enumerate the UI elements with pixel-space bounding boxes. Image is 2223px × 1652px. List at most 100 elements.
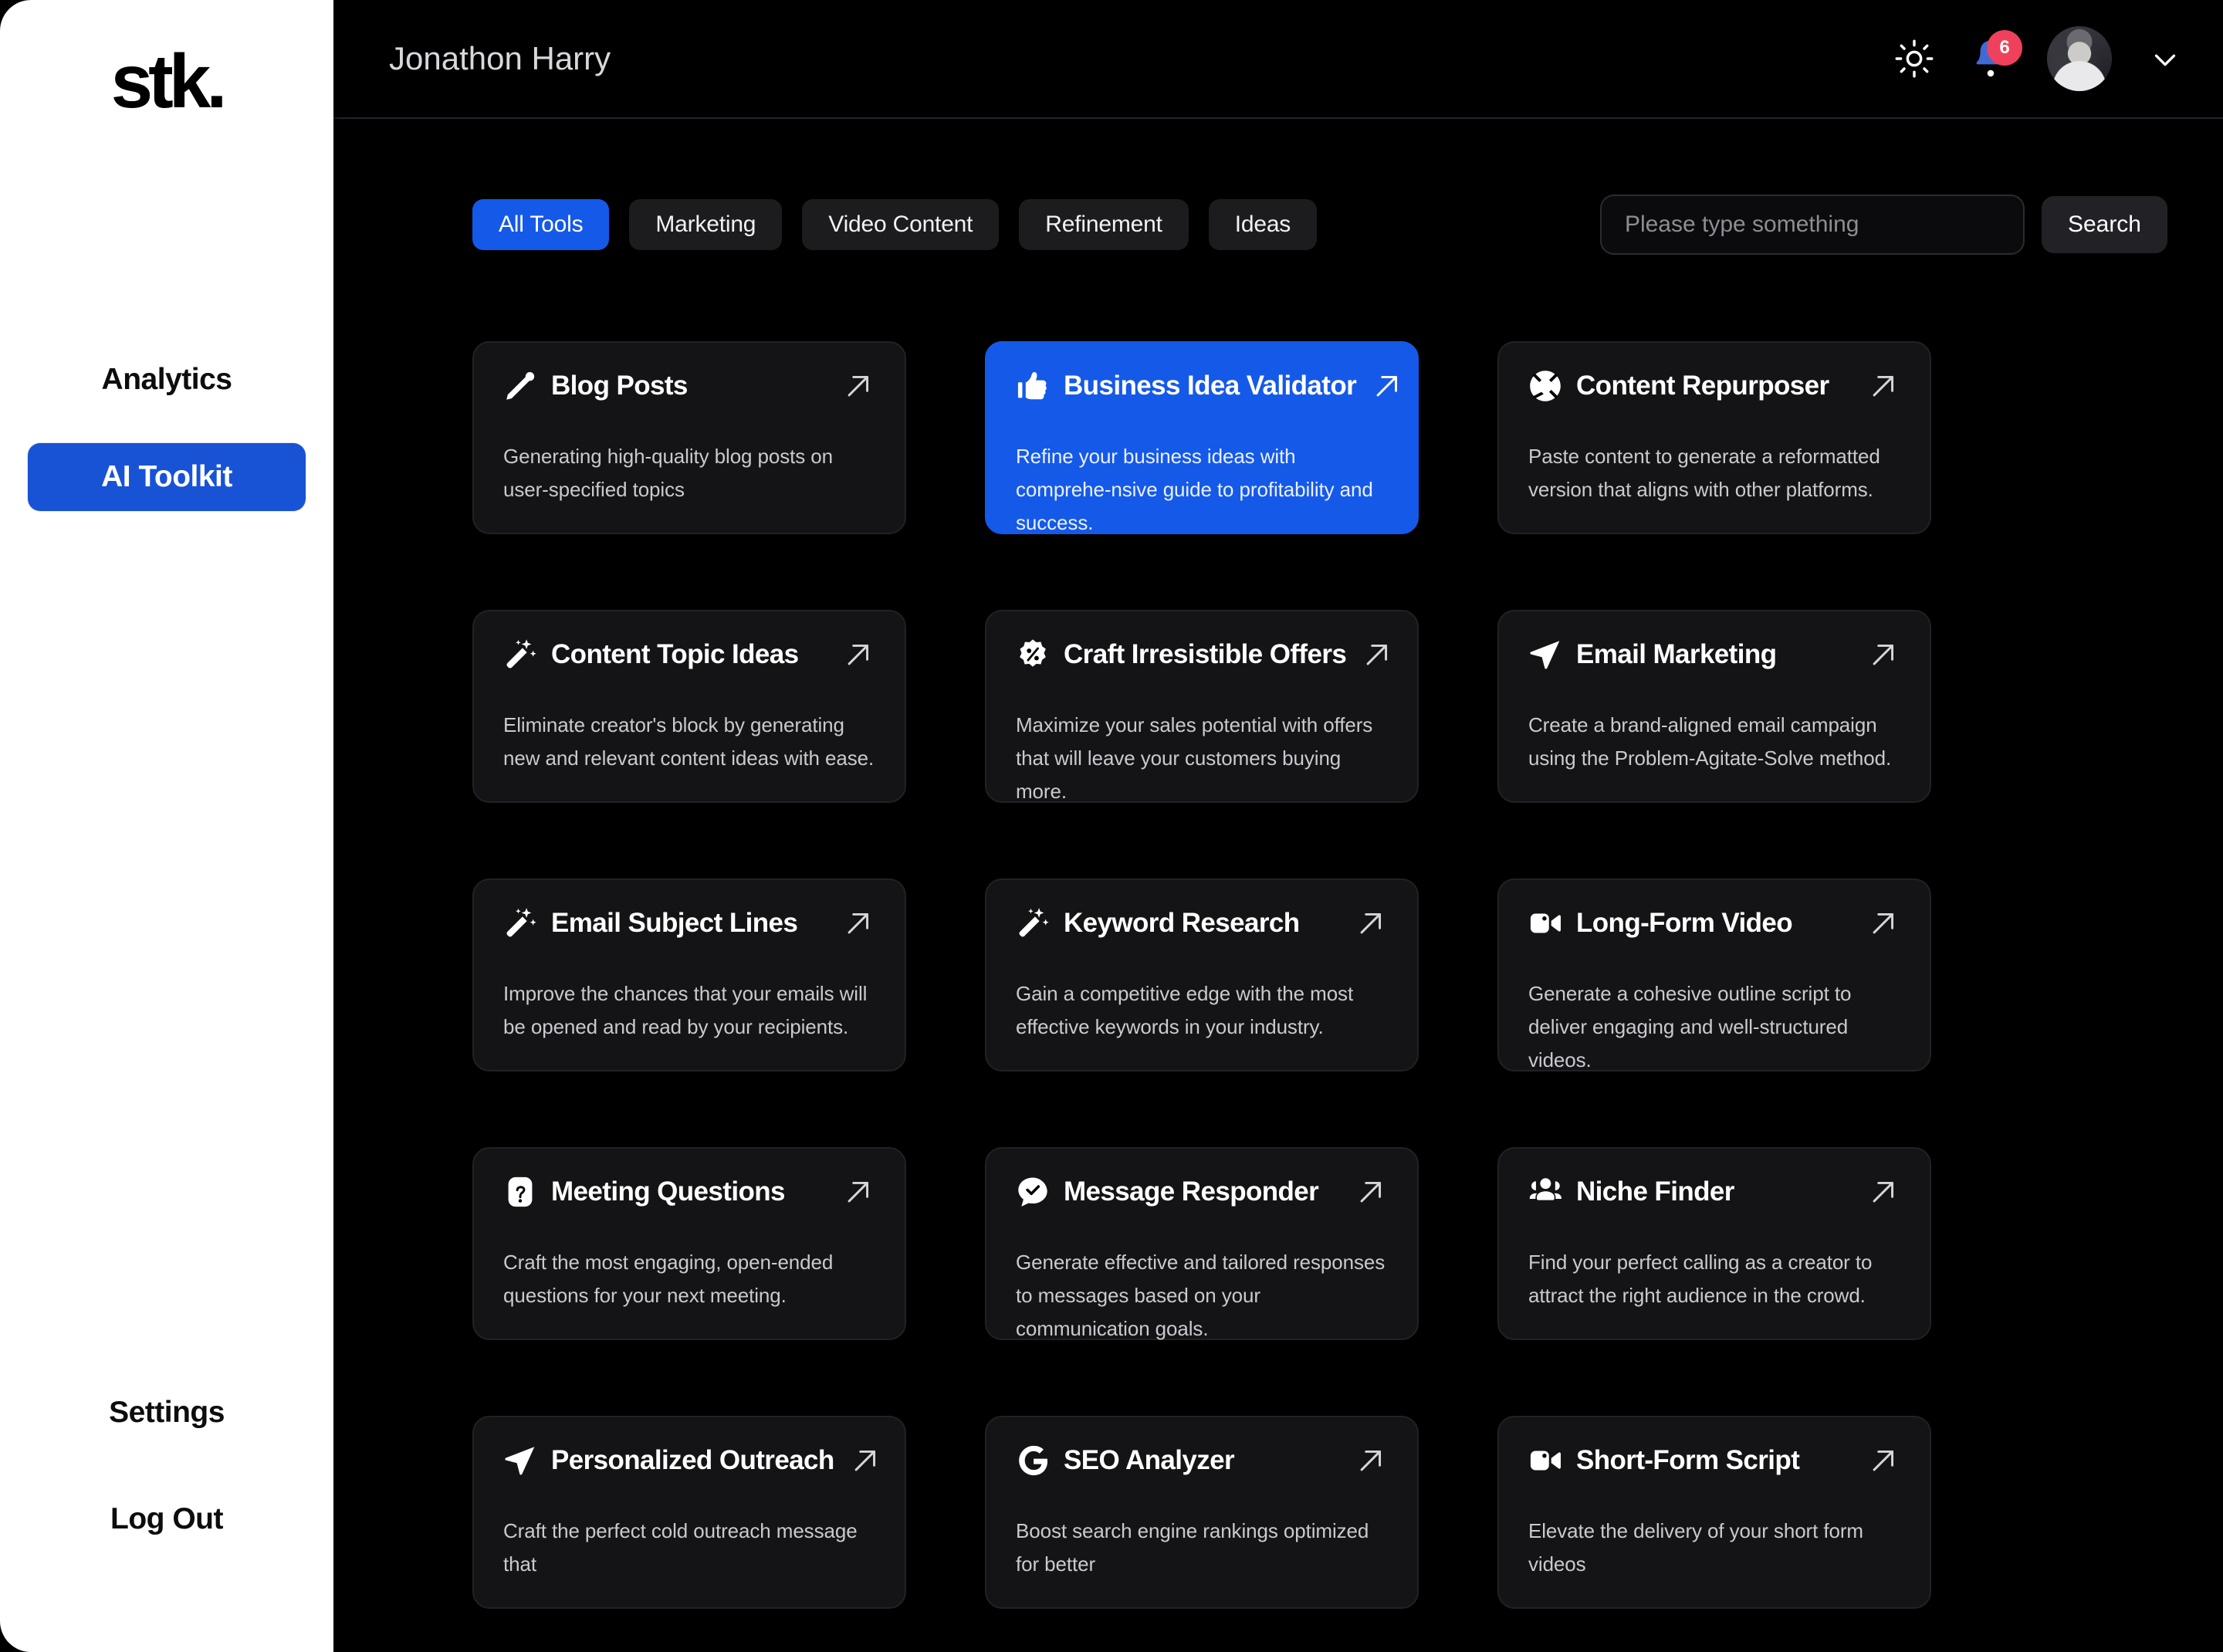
tool-card-description: Elevate the delivery of your short form … [1528,1519,1863,1576]
question-badge-icon [503,1175,537,1209]
filter-chip-ideas[interactable]: Ideas [1208,199,1318,250]
sidebar-primary-nav: Analytics AI Toolkit [0,350,333,511]
search-input[interactable] [1599,195,2025,255]
tool-card-description: Improve the chances that your emails wil… [503,982,868,1038]
tool-card-title: SEO Analyzer [1064,1445,1235,1475]
tool-card-grid: Blog Posts Generating high-quality blog p… [472,341,2167,1609]
tool-card[interactable]: Long-Form Video Generate a cohesive outli… [1497,878,1931,1071]
topbar-actions: 6 [1894,26,2183,91]
tool-card-header: SEO Analyzer [1016,1444,1388,1478]
tool-card-title: Email Marketing [1576,639,1777,669]
tool-card-description: Generating high-quality blog posts on us… [503,445,834,501]
tool-card[interactable]: Personalized Outreach Craft the perfect c… [472,1416,906,1609]
page-title: Jonathon Harry [389,40,611,76]
tool-card-header: Business Idea Validator [1016,369,1398,403]
arrow-up-right-icon[interactable] [841,1175,875,1209]
tool-card-title: Email Subject Lines [551,908,798,938]
tool-card-header: Email Marketing [1528,638,1900,672]
arrow-up-right-icon[interactable] [1360,638,1394,672]
sidebar: stk. Analytics AI Toolkit Settings Log O… [0,0,333,1652]
arrow-up-right-icon[interactable] [1354,1444,1388,1478]
tool-card[interactable]: Message Responder Generate effective and … [985,1147,1419,1340]
lifebuoy-icon [1528,369,1562,403]
video-camera-icon [1528,906,1562,940]
tool-card-header: Content Repurposer [1528,369,1900,403]
toolbar: All Tools Marketing Video Content Refine… [472,195,2167,255]
content-area: All Tools Marketing Video Content Refine… [333,119,2223,1652]
tool-card[interactable]: Business Idea Validator Refine your busin… [985,341,1419,534]
avatar[interactable] [2047,26,2112,91]
tool-card-header: Short-Form Script [1528,1444,1900,1478]
tool-card-header: Long-Form Video [1528,906,1900,940]
app-root: stk. Analytics AI Toolkit Settings Log O… [0,0,2223,1652]
arrow-up-right-icon[interactable] [1866,906,1900,940]
brand-logo: stk. [110,39,228,124]
magic-wand-icon [503,638,537,672]
tool-card[interactable]: Short-Form Script Elevate the delivery of… [1497,1416,1931,1609]
arrow-up-right-icon[interactable] [1866,638,1900,672]
tool-card[interactable]: Email Subject Lines Improve the chances t… [472,878,906,1071]
main-panel: Jonathon Harry 6 All Tools Marketing Vid… [333,0,2223,1652]
tool-card-description: Eliminate creator's block by generating … [503,713,875,770]
arrow-up-right-icon[interactable] [1354,906,1388,940]
search-button[interactable]: Search [2041,196,2167,253]
tool-card-title: Keyword Research [1064,908,1300,938]
tool-card-title: Business Idea Validator [1064,371,1357,401]
tool-card-header: Content Topic Ideas [503,638,875,672]
top-bar: Jonathon Harry 6 [333,0,2223,119]
arrow-up-right-icon[interactable] [841,906,875,940]
tool-card-description: Gain a competitive edge with the most ef… [1016,982,1354,1038]
thumbs-up-icon [1016,369,1050,403]
tool-card[interactable]: Craft Irresistible Offers Maximize your s… [985,610,1419,803]
tool-card-header: Meeting Questions [503,1175,875,1209]
arrow-up-right-icon[interactable] [841,638,875,672]
sidebar-item-analytics[interactable]: Analytics [28,350,306,409]
arrow-up-right-icon[interactable] [848,1444,882,1478]
arrow-up-right-icon[interactable] [1866,1444,1900,1478]
tool-card-description: Generate a cohesive outline script to de… [1528,982,1852,1071]
tool-card[interactable]: Keyword Research Gain a competitive edge … [985,878,1419,1071]
tool-card-header: Keyword Research [1016,906,1388,940]
filter-chip-refinement[interactable]: Refinement [1019,199,1189,250]
sidebar-item-log-out[interactable]: Log Out [28,1490,306,1549]
tool-card-description: Maximize your sales potential with offer… [1016,713,1373,803]
filter-chip-marketing[interactable]: Marketing [629,199,783,250]
video-camera-icon [1528,1444,1562,1478]
filter-chip-video-content[interactable]: Video Content [802,199,1000,250]
tool-card-title: Content Topic Ideas [551,639,799,669]
tool-card[interactable]: Blog Posts Generating high-quality blog p… [472,341,906,534]
notification-badge: 6 [1987,30,2022,66]
tool-card-description: Craft the most engaging, open-ended ques… [503,1251,834,1307]
tool-card-title: Message Responder [1064,1176,1319,1207]
notifications-button[interactable]: 6 [1970,30,2022,81]
tool-card[interactable]: Meeting Questions Craft the most engaging… [472,1147,906,1340]
arrow-up-right-icon[interactable] [1370,369,1404,403]
tool-card-header: Craft Irresistible Offers [1016,638,1388,672]
sun-icon[interactable] [1894,39,1934,79]
arrow-up-right-icon[interactable] [1354,1175,1388,1209]
magic-wand-icon [1016,906,1050,940]
sidebar-item-settings[interactable]: Settings [28,1383,306,1442]
tool-card-description: Boost search engine rankings optimized f… [1016,1519,1369,1576]
sidebar-item-ai-toolkit[interactable]: AI Toolkit [28,443,306,511]
tool-card[interactable]: SEO Analyzer Boost search engine rankings… [985,1416,1419,1609]
tool-card[interactable]: Niche Finder Find your perfect calling as… [1497,1147,1931,1340]
arrow-up-right-icon[interactable] [841,369,875,403]
tool-card-header: Blog Posts [503,369,875,403]
users-icon [1528,1175,1562,1209]
tool-card-title: Short-Form Script [1576,1445,1800,1475]
tool-card[interactable]: Content Topic Ideas Eliminate creator's b… [472,610,906,803]
search-area: Search [1599,195,2167,255]
tool-card-title: Meeting Questions [551,1176,785,1207]
filter-chip-group: All Tools Marketing Video Content Refine… [472,199,1318,250]
tool-card-description: Find your perfect calling as a creator t… [1528,1251,1873,1307]
filter-chip-all-tools[interactable]: All Tools [472,199,610,250]
arrow-up-right-icon[interactable] [1866,369,1900,403]
paper-plane-icon [1528,638,1562,672]
chevron-down-icon[interactable] [2147,41,2183,76]
tool-card-description: Create a brand-aligned email campaign us… [1528,713,1892,770]
tool-card[interactable]: Content Repurposer Paste content to gener… [1497,341,1931,534]
arrow-up-right-icon[interactable] [1866,1175,1900,1209]
tool-card-title: Blog Posts [551,371,688,401]
tool-card[interactable]: Email Marketing Create a brand-aligned em… [1497,610,1931,803]
